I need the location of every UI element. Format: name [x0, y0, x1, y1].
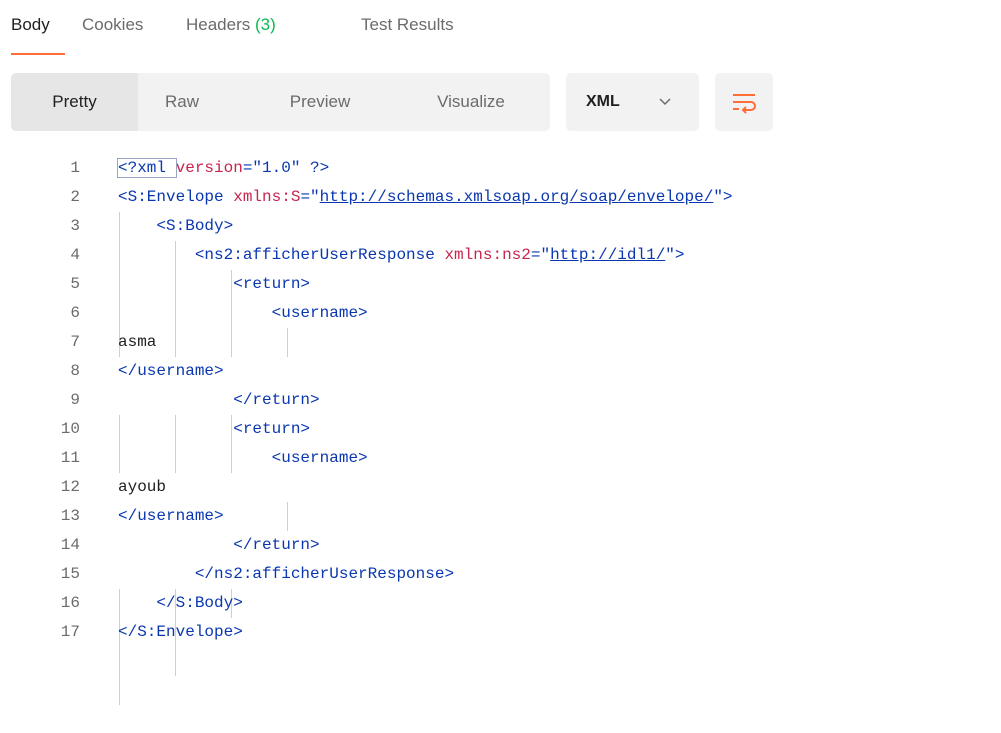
code-line: 9 </return>	[0, 386, 1001, 415]
line-number: 17	[60, 623, 80, 641]
xml-text-content: asma	[118, 333, 157, 351]
line-number: 11	[60, 449, 80, 467]
line-number: 4	[70, 246, 80, 264]
code-line: 3 <S:Body>	[0, 212, 1001, 241]
code-line: 15 </ns2:afficherUserResponse>	[0, 560, 1001, 589]
xml-punct: ">	[713, 188, 733, 206]
xml-link-value[interactable]: http://idl1/	[550, 246, 665, 264]
xml-tag: </username>	[118, 507, 224, 525]
format-dropdown[interactable]: XML	[566, 73, 699, 131]
xml-tag: <S:Body>	[118, 217, 234, 235]
code-line: 12 ayoub	[0, 473, 1001, 502]
xml-declaration: <?xml	[117, 158, 177, 178]
code-line: 1 <?xml version="1.0" ?>	[0, 154, 1001, 183]
xml-tag: <return>	[118, 420, 311, 438]
code-viewer[interactable]: 1 <?xml version="1.0" ?> 2 <S:Envelope x…	[0, 154, 1001, 733]
xml-tag: </return>	[118, 536, 320, 554]
code-line: 17 </S:Envelope>	[0, 618, 1001, 647]
tab-body[interactable]: Body	[11, 15, 50, 35]
tab-cookies[interactable]: Cookies	[82, 15, 143, 35]
xml-link-value[interactable]: http://schemas.xmlsoap.org/soap/envelope…	[320, 188, 714, 206]
line-number: 8	[70, 362, 80, 380]
xml-tag: <username>	[118, 304, 368, 322]
tab-test-results[interactable]: Test Results	[361, 15, 454, 35]
line-number: 6	[70, 304, 80, 322]
view-mode-visualize[interactable]: Visualize	[419, 73, 523, 131]
line-number: 5	[70, 275, 80, 293]
chevron-down-icon	[658, 93, 672, 113]
code-line: 2 <S:Envelope xmlns:S="http://schemas.xm…	[0, 183, 1001, 212]
xml-attribute: version	[175, 159, 243, 177]
code-text: <S:Envelope xmlns:S="http://schemas.xmls…	[118, 188, 733, 206]
xml-punct: ="	[530, 246, 551, 264]
xml-tag: </S:Body>	[118, 594, 243, 612]
code-line: 10 <return>	[0, 415, 1001, 444]
code-line: 8 </username>	[0, 357, 1001, 386]
code-line: 16 </S:Body>	[0, 589, 1001, 618]
xml-tag: <S:Envelope	[118, 188, 234, 206]
line-number: 2	[70, 188, 80, 206]
view-mode-preview[interactable]: Preview	[275, 73, 365, 131]
line-number: 9	[70, 391, 80, 409]
xml-punct: ">	[665, 246, 685, 264]
code-line: 7 asma	[0, 328, 1001, 357]
xml-punct: " ?>	[290, 159, 330, 177]
wrap-lines-button[interactable]	[715, 73, 773, 131]
code-text: <?xml version="1.0" ?>	[117, 158, 330, 178]
code-text: <ns2:afficherUserResponse xmlns:ns2="htt…	[118, 246, 685, 264]
line-number: 13	[60, 507, 80, 525]
code-line: 11 <username>	[0, 444, 1001, 473]
code-line: 4 <ns2:afficherUserResponse xmlns:ns2="h…	[0, 241, 1001, 270]
xml-tag: </username>	[118, 362, 224, 380]
code-line: 13 </username>	[0, 502, 1001, 531]
view-mode-group: Pretty Raw Preview Visualize	[11, 73, 550, 131]
xml-tag: </S:Envelope>	[118, 623, 243, 641]
tab-headers-label: Headers	[186, 15, 251, 34]
line-number: 14	[60, 536, 80, 554]
view-mode-raw[interactable]: Raw	[151, 73, 213, 131]
line-number: 3	[70, 217, 80, 235]
format-value: XML	[586, 93, 620, 110]
headers-count-badge: (3)	[255, 15, 276, 34]
xml-attribute: xmlns:S	[233, 188, 301, 206]
xml-tag: </ns2:afficherUserResponse>	[118, 565, 455, 583]
xml-tag: <ns2:afficherUserResponse	[118, 246, 445, 264]
xml-attribute: xmlns:ns2	[444, 246, 531, 264]
code-line: 5 <return>	[0, 270, 1001, 299]
code-line: 6 <username>	[0, 299, 1001, 328]
line-number: 7	[70, 333, 80, 351]
view-mode-pretty[interactable]: Pretty	[11, 73, 138, 131]
tab-headers[interactable]: Headers (3)	[186, 15, 276, 35]
line-number: 12	[60, 478, 80, 496]
xml-punct: ="	[300, 188, 320, 206]
xml-tag: <username>	[118, 449, 368, 467]
xml-text-content: ayoub	[118, 478, 167, 496]
xml-punct: ="	[242, 159, 263, 177]
line-number: 15	[60, 565, 80, 583]
xml-attr-value: 1.0	[262, 159, 291, 177]
line-number: 16	[60, 594, 80, 612]
line-number: 10	[60, 420, 80, 438]
active-tab-indicator	[11, 53, 65, 55]
code-line: 14 </return>	[0, 531, 1001, 560]
line-number: 1	[70, 159, 80, 177]
xml-tag: <return>	[118, 275, 311, 293]
xml-tag: </return>	[118, 391, 320, 409]
